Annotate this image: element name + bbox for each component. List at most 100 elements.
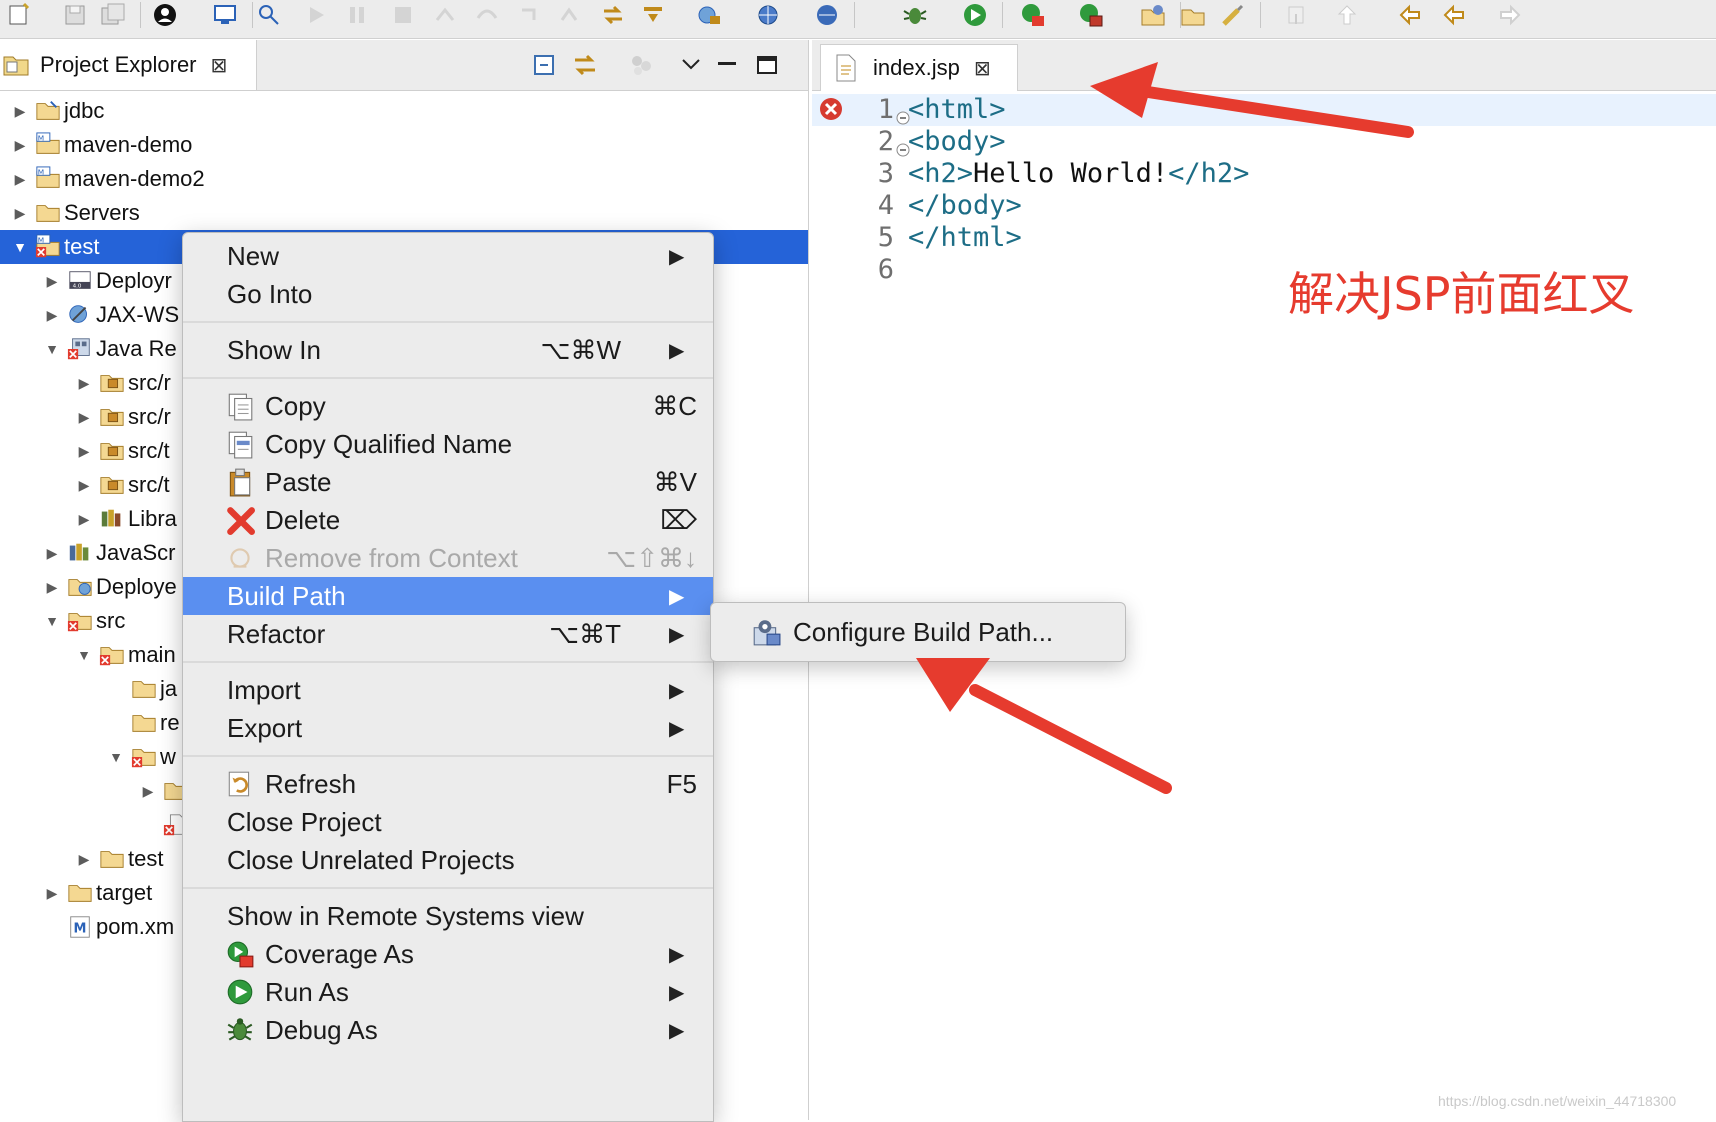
menu-item-go-into[interactable]: Go Into xyxy=(183,275,713,313)
line-number: 4 xyxy=(877,190,894,221)
next-annotation-icon[interactable] xyxy=(1280,0,1314,30)
menu-item-coverage-as[interactable]: Coverage As ▶ xyxy=(183,935,713,973)
step-into-icon[interactable] xyxy=(428,0,462,30)
project-explorer-icon xyxy=(3,56,29,76)
prev-annotation-icon[interactable] xyxy=(1330,0,1364,30)
link-icon[interactable] xyxy=(596,0,630,30)
expand-arrow-icon[interactable]: ▶ xyxy=(12,137,28,153)
collapse-arrow-icon[interactable]: ▼ xyxy=(44,613,60,629)
tab-index-jsp[interactable]: index.jsp ⊠ xyxy=(820,44,1018,91)
menu-item-copy-qualified-name[interactable]: Copy Qualified Name xyxy=(183,425,713,463)
expand-arrow-icon[interactable]: ▶ xyxy=(12,103,28,119)
expand-arrow-icon[interactable]: ▶ xyxy=(44,545,60,561)
collapse-arrow-icon[interactable]: ▼ xyxy=(76,647,92,663)
menu-item-show-in-remote-systems-view[interactable]: Show in Remote Systems view xyxy=(183,897,713,935)
minimize-icon[interactable] xyxy=(712,50,742,80)
tree-item[interactable]: ▶ Mmaven-demo xyxy=(0,128,808,162)
menu-item-label: Paste xyxy=(265,466,332,497)
menu-item-paste[interactable]: Paste ⌘V xyxy=(183,463,713,501)
menu-item-configure-build-path[interactable]: Configure Build Path... xyxy=(711,605,1125,659)
step-over-icon[interactable] xyxy=(470,0,504,30)
pause-icon[interactable] xyxy=(340,0,374,30)
view-menu-icon[interactable] xyxy=(676,50,706,80)
tree-item-label: maven-demo xyxy=(64,132,193,157)
submenu-arrow-icon: ▶ xyxy=(669,623,685,646)
save-all-icon[interactable] xyxy=(96,0,130,30)
new-icon[interactable] xyxy=(2,0,36,30)
menu-item-delete[interactable]: Delete ⌦ xyxy=(183,501,713,539)
close-icon[interactable]: ⊠ xyxy=(974,56,991,81)
expand-arrow-icon[interactable]: ▶ xyxy=(44,307,60,323)
expand-arrow-icon[interactable]: ▶ xyxy=(44,273,60,289)
menu-item-debug-as[interactable]: Debug As ▶ xyxy=(183,1011,713,1049)
expand-arrow-icon[interactable]: ▶ xyxy=(140,783,156,799)
debug-icon[interactable] xyxy=(898,0,932,30)
open-type-icon[interactable] xyxy=(1136,0,1170,30)
focus-icon[interactable] xyxy=(626,50,656,80)
menu-item-close-unrelated-projects[interactable]: Close Unrelated Projects xyxy=(183,841,713,879)
tab-project-explorer[interactable]: Project Explorer ⊠ xyxy=(0,40,257,90)
pin-icon[interactable] xyxy=(252,0,286,30)
user-icon[interactable] xyxy=(148,0,182,30)
menu-separator xyxy=(183,321,713,323)
expand-arrow-icon[interactable]: ▶ xyxy=(76,851,92,867)
desktop-icon[interactable] xyxy=(208,0,242,30)
error-marker-icon[interactable] xyxy=(818,96,844,122)
menu-item-new[interactable]: New ▶ xyxy=(183,237,713,275)
collapse-arrow-icon[interactable]: ▼ xyxy=(12,239,28,255)
commit-icon[interactable] xyxy=(636,0,670,30)
server-icon[interactable] xyxy=(692,0,726,30)
web-icon[interactable] xyxy=(810,0,844,30)
expand-arrow-icon[interactable]: ▶ xyxy=(44,885,60,901)
submenu-arrow-icon: ▶ xyxy=(669,1019,685,1042)
expand-arrow-icon[interactable]: ▶ xyxy=(76,375,92,391)
save-icon[interactable] xyxy=(58,0,92,30)
expand-arrow-icon[interactable]: ▶ xyxy=(76,409,92,425)
globe-icon[interactable] xyxy=(752,0,786,30)
code-line[interactable]: 3 <h2>Hello World!</h2> xyxy=(812,158,1716,190)
menu-item-refactor[interactable]: Refactor ⌥⌘T ▶ xyxy=(183,615,713,653)
menu-item-run-as[interactable]: Run As ▶ xyxy=(183,973,713,1011)
collapse-arrow-icon[interactable]: ▼ xyxy=(44,341,60,357)
tree-item[interactable]: ▶ Mmaven-demo2 xyxy=(0,162,808,196)
tree-item[interactable]: ▶ Servers xyxy=(0,196,808,230)
expand-arrow-icon[interactable]: ▶ xyxy=(76,477,92,493)
drop-frame-icon[interactable] xyxy=(552,0,586,30)
stop-icon[interactable] xyxy=(386,0,420,30)
coverage-icon[interactable] xyxy=(1016,0,1050,30)
forward-icon[interactable] xyxy=(1494,0,1528,30)
expand-arrow-icon[interactable]: ▶ xyxy=(12,171,28,187)
code-line[interactable]: 2 <body> xyxy=(812,126,1716,158)
expand-arrow-icon[interactable]: ▶ xyxy=(12,205,28,221)
code-line[interactable]: 5 </html> xyxy=(812,222,1716,254)
menu-item-import[interactable]: Import ▶ xyxy=(183,671,713,709)
open-task-icon[interactable] xyxy=(1176,0,1210,30)
back-icon[interactable] xyxy=(1436,0,1470,30)
code-line[interactable]: 4 </body> xyxy=(812,190,1716,222)
run-icon[interactable] xyxy=(958,0,992,30)
tree-item[interactable]: ▶ jdbc xyxy=(0,94,808,128)
expand-arrow-icon[interactable]: ▶ xyxy=(76,511,92,527)
expand-arrow-icon[interactable]: ▶ xyxy=(76,443,92,459)
menu-item-export[interactable]: Export ▶ xyxy=(183,709,713,747)
last-edit-icon[interactable] xyxy=(1392,0,1426,30)
link-with-editor-icon[interactable] xyxy=(570,50,600,80)
collapse-all-icon[interactable] xyxy=(530,50,560,80)
menu-item-copy[interactable]: Copy ⌘C xyxy=(183,387,713,425)
code-line[interactable]: 1 <html> xyxy=(812,94,1716,126)
text-token: Hello World! xyxy=(973,158,1169,189)
ext-tools-icon[interactable] xyxy=(1074,0,1108,30)
editor-tabbar: index.jsp ⊠ xyxy=(812,40,1716,91)
menu-item-remove-from-context: Remove from Context ⌥⇧⌘↓ xyxy=(183,539,713,577)
menu-item-build-path[interactable]: Build Path ▶ xyxy=(183,577,713,615)
menu-item-refresh[interactable]: Refresh F5 xyxy=(183,765,713,803)
menu-item-close-project[interactable]: Close Project xyxy=(183,803,713,841)
search-icon[interactable] xyxy=(1216,0,1250,30)
run-ext-icon[interactable] xyxy=(300,0,334,30)
close-icon[interactable]: ⊠ xyxy=(211,53,228,78)
expand-arrow-icon[interactable]: ▶ xyxy=(44,579,60,595)
menu-item-show-in[interactable]: Show In ⌥⌘W ▶ xyxy=(183,331,713,369)
maximize-icon[interactable] xyxy=(752,50,782,80)
step-return-icon[interactable] xyxy=(512,0,546,30)
collapse-arrow-icon[interactable]: ▼ xyxy=(108,749,124,765)
